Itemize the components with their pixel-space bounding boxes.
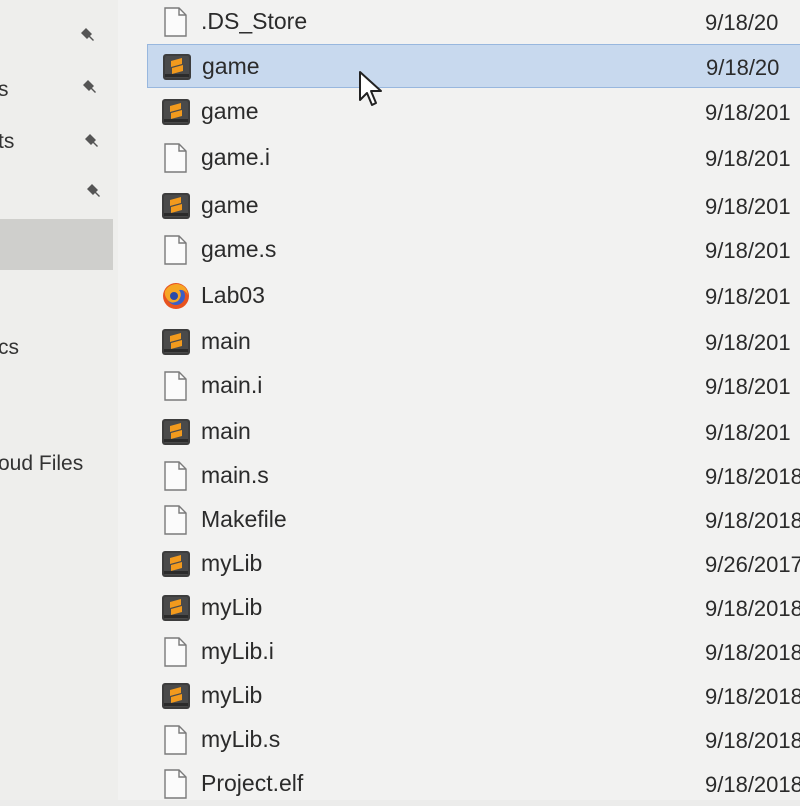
file-name: main bbox=[201, 418, 251, 444]
file-name: game bbox=[201, 192, 259, 218]
file-name: myLib.i bbox=[201, 638, 274, 664]
blank-file-icon bbox=[161, 505, 189, 535]
pin-icon bbox=[82, 78, 100, 96]
file-date-modified: 9/18/2018 bbox=[705, 508, 800, 533]
blank-file-icon bbox=[161, 371, 189, 401]
navigation-pane: s ts cs oud Files bbox=[0, 0, 118, 800]
file-date-modified: 9/18/20 bbox=[705, 10, 779, 35]
file-date-modified: 9/18/2018 bbox=[705, 684, 800, 709]
blank-file-icon bbox=[161, 235, 189, 265]
blank-file-icon bbox=[161, 637, 189, 667]
file-row[interactable]: Lab03 9/18/201 bbox=[147, 274, 800, 318]
sublime-file-icon bbox=[161, 327, 190, 357]
pin-icon bbox=[84, 132, 102, 150]
mouse-cursor-icon bbox=[358, 70, 384, 108]
pin-icon bbox=[86, 182, 104, 200]
file-name: myLib bbox=[201, 594, 263, 620]
file-row[interactable]: game 9/18/201 bbox=[147, 184, 800, 228]
blank-file-icon bbox=[161, 461, 189, 491]
file-row[interactable]: myLib 9/26/2017 bbox=[147, 542, 800, 586]
nav-selected-highlight[interactable] bbox=[0, 219, 113, 270]
file-date-modified: 9/18/201 bbox=[705, 284, 791, 309]
file-row[interactable]: myLib 9/18/2018 bbox=[147, 586, 800, 630]
file-date-modified: 9/18/2018 bbox=[705, 596, 800, 621]
file-name: game bbox=[202, 53, 260, 79]
sublime-file-icon bbox=[161, 417, 190, 447]
file-name: myLib bbox=[201, 550, 263, 576]
file-row[interactable]: game 9/18/201 bbox=[147, 90, 800, 134]
nav-item-0[interactable] bbox=[0, 20, 118, 66]
file-name: .DS_Store bbox=[201, 8, 308, 34]
blank-file-icon bbox=[161, 725, 189, 755]
file-name: Project.elf bbox=[201, 770, 304, 796]
blank-file-icon bbox=[161, 7, 189, 37]
file-date-modified: 9/18/2018 bbox=[705, 464, 800, 489]
file-row[interactable]: main.i 9/18/201 bbox=[147, 364, 800, 408]
sublime-file-icon bbox=[162, 52, 191, 82]
sublime-file-icon bbox=[161, 191, 190, 221]
file-name: main bbox=[201, 328, 251, 354]
file-name: main.s bbox=[201, 462, 269, 488]
pin-icon bbox=[80, 26, 98, 44]
file-date-modified: 9/18/201 bbox=[705, 330, 791, 355]
file-row[interactable]: main.s 9/18/2018 bbox=[147, 454, 800, 498]
sublime-file-icon bbox=[161, 549, 190, 579]
file-row[interactable]: main 9/18/201 bbox=[147, 320, 800, 364]
file-row[interactable]: game 9/18/20 bbox=[147, 44, 800, 88]
file-name: Lab03 bbox=[201, 282, 265, 308]
file-row[interactable]: .DS_Store 9/18/20 bbox=[147, 0, 800, 44]
file-name: myLib bbox=[201, 682, 263, 708]
file-date-modified: 9/18/201 bbox=[705, 238, 791, 263]
nav-item-3[interactable] bbox=[0, 170, 118, 216]
file-date-modified: 9/18/201 bbox=[705, 374, 791, 399]
file-date-modified: 9/18/2018 bbox=[705, 640, 800, 665]
nav-item-label: ts bbox=[0, 130, 15, 153]
file-date-modified: 9/18/201 bbox=[705, 100, 791, 125]
sublime-file-icon bbox=[161, 97, 190, 127]
file-row[interactable]: Makefile 9/18/2018 bbox=[147, 498, 800, 542]
file-row[interactable]: game.s 9/18/201 bbox=[147, 228, 800, 272]
sublime-file-icon bbox=[161, 681, 190, 711]
file-row[interactable]: myLib.i 9/18/2018 bbox=[147, 630, 800, 674]
file-date-modified: 9/18/2018 bbox=[705, 728, 800, 753]
file-date-modified: 9/26/2017 bbox=[705, 552, 800, 577]
file-date-modified: 9/18/201 bbox=[705, 194, 791, 219]
file-date-modified: 9/18/2018 bbox=[705, 772, 800, 797]
nav-item-1[interactable]: s bbox=[0, 68, 118, 114]
nav-item-label: oud Files bbox=[0, 452, 84, 475]
file-row[interactable]: Project.elf 9/18/2018 bbox=[147, 762, 800, 806]
file-row[interactable]: main 9/18/201 bbox=[147, 410, 800, 454]
file-row[interactable]: game.i 9/18/201 bbox=[147, 136, 800, 180]
file-name: game bbox=[201, 98, 259, 124]
blank-file-icon bbox=[161, 143, 189, 173]
blank-file-icon bbox=[161, 769, 189, 799]
nav-item-2[interactable]: ts bbox=[0, 120, 118, 166]
nav-item-label: cs bbox=[0, 336, 19, 359]
sublime-file-icon bbox=[161, 593, 190, 623]
file-date-modified: 9/18/20 bbox=[706, 55, 780, 80]
file-name: game.i bbox=[201, 144, 271, 170]
file-row[interactable]: myLib 9/18/2018 bbox=[147, 674, 800, 718]
file-name: game.s bbox=[201, 236, 277, 262]
file-row[interactable]: myLib.s 9/18/2018 bbox=[147, 718, 800, 762]
nav-item-5[interactable]: oud Files bbox=[0, 442, 118, 488]
nav-item-4[interactable]: cs bbox=[0, 326, 118, 372]
file-date-modified: 9/18/201 bbox=[705, 146, 791, 171]
file-name: Makefile bbox=[201, 506, 287, 532]
file-name: main.i bbox=[201, 372, 263, 398]
firefox-icon bbox=[161, 281, 189, 311]
file-date-modified: 9/18/201 bbox=[705, 420, 791, 445]
nav-item-label: s bbox=[0, 78, 9, 101]
file-name: myLib.s bbox=[201, 726, 281, 752]
